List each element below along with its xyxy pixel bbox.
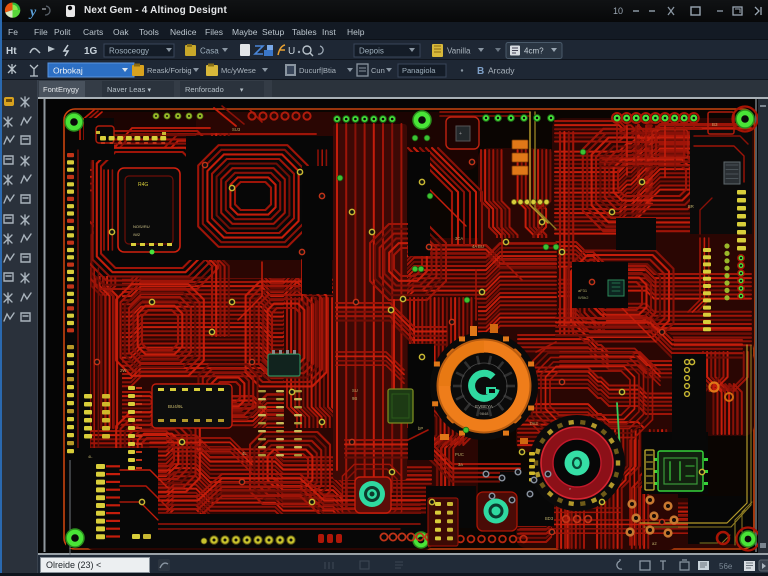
svg-text:Dn3: Dn3 (530, 421, 538, 426)
svg-text:B3: B3 (712, 122, 718, 127)
svg-text:BD3: BD3 (545, 516, 554, 521)
svg-text:9848: 9848 (480, 411, 490, 416)
svg-text:EVBEYA: EVBEYA (475, 404, 493, 409)
svg-text:SU: SU (352, 388, 358, 393)
svg-text:4L: 4L (88, 454, 93, 459)
svg-text:a2: a2 (652, 541, 657, 546)
svg-text:bP: bP (418, 426, 423, 431)
svg-text:NOS//RU: NOS//RU (133, 224, 150, 229)
svg-text:R4G: R4G (138, 182, 148, 188)
svg-text:2W: 2W (120, 368, 126, 373)
svg-text:aF31: aF31 (578, 288, 588, 293)
svg-text:W5b2: W5b2 (578, 295, 589, 300)
svg-text:/W2: /W2 (133, 232, 141, 237)
svg-text:3a: 3a (458, 462, 463, 467)
svg-text:BU4/9L: BU4/9L (168, 404, 184, 409)
svg-text:BR: BR (688, 204, 694, 209)
svg-text:56e: 56e (719, 562, 733, 571)
svg-text:9B: 9B (352, 396, 357, 401)
svg-text:SU3: SU3 (232, 127, 241, 132)
svg-text:+: + (459, 131, 462, 137)
svg-text:4A BU: 4A BU (472, 244, 484, 249)
svg-text:3CA: 3CA (455, 236, 463, 241)
svg-text:PUC: PUC (455, 452, 464, 457)
svg-text:4L: 4L (242, 451, 247, 456)
